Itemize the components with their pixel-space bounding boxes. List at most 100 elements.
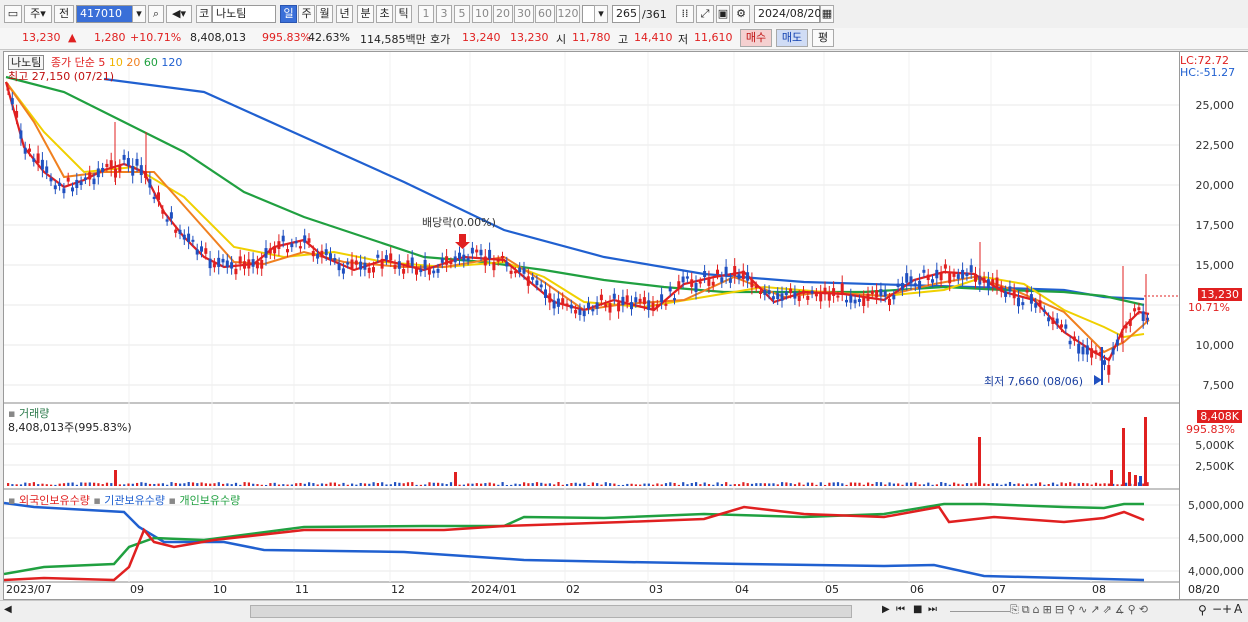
candle-body bbox=[251, 259, 255, 267]
candle-body bbox=[707, 277, 711, 286]
speaker-icon[interactable]: ◀▾ bbox=[166, 5, 192, 23]
x-label-04: 04 bbox=[735, 583, 749, 596]
candle-body bbox=[415, 268, 418, 275]
interval-120[interactable]: 120 bbox=[556, 5, 580, 23]
code-dropdown-icon[interactable]: ▾ bbox=[132, 5, 146, 23]
candle-body bbox=[462, 254, 466, 262]
candle-body bbox=[1128, 319, 1132, 326]
quote-bar: 13,230 ▲ 1,280 +10.71% 8,408,013 995.83%… bbox=[0, 28, 1248, 50]
candle-body bbox=[1021, 302, 1025, 306]
chart-area[interactable]: 나노팀 종가 단순 5 10 20 60 120 최고 27,150 (07/2… bbox=[3, 51, 1180, 600]
interval-20[interactable]: 20 bbox=[493, 5, 513, 23]
draw-icon[interactable]: ⤢ bbox=[696, 5, 714, 23]
candle-body bbox=[612, 293, 616, 299]
candle-body bbox=[673, 298, 676, 301]
volume-bar bbox=[944, 482, 947, 486]
candle-body bbox=[341, 268, 345, 274]
interval-30[interactable]: 30 bbox=[514, 5, 534, 23]
volume-bar bbox=[707, 484, 711, 486]
candle-body bbox=[634, 297, 638, 303]
buy-button[interactable]: 매수 bbox=[740, 29, 772, 47]
calendar-icon[interactable]: ▦ bbox=[820, 5, 834, 23]
candle-body bbox=[556, 298, 560, 307]
volume-bar bbox=[897, 483, 900, 486]
interval-3[interactable]: 3 bbox=[436, 5, 452, 23]
holding-legend: ▪ 외국인보유수량 ▪ 기관보유수량 ▪ 개인보유수량 bbox=[8, 494, 241, 507]
scroll-bar[interactable]: ◀ ▶ ⏮ ■ ⏭ ⎘⧉⌂⊞⊟⚲∿↗⇗∡⚲⟲ ⚲ − + A bbox=[0, 600, 1248, 622]
period-week[interactable]: 주 bbox=[298, 5, 315, 23]
interval-1[interactable]: 1 bbox=[418, 5, 434, 23]
volume-bar bbox=[1082, 482, 1085, 486]
volume-bar bbox=[1073, 483, 1076, 486]
volume-bar bbox=[230, 484, 233, 486]
candle-body bbox=[544, 289, 547, 298]
period-second[interactable]: 초 bbox=[376, 5, 393, 23]
volume-bar bbox=[677, 484, 680, 486]
volume-bar bbox=[755, 483, 758, 486]
date-field[interactable]: 2024/08/20 bbox=[754, 5, 821, 23]
candle-body bbox=[36, 153, 40, 164]
candle-body bbox=[587, 302, 590, 309]
eval-button[interactable]: 평 bbox=[812, 29, 834, 47]
scroll-thumb[interactable] bbox=[250, 605, 852, 618]
volume-bar bbox=[1034, 483, 1037, 486]
volume-spike-bar bbox=[114, 470, 117, 486]
gear-icon[interactable]: ⚙ bbox=[732, 5, 750, 23]
zoom-plus-icon[interactable]: + bbox=[1222, 602, 1232, 616]
candle-body bbox=[238, 256, 242, 264]
save-icon[interactable]: ▣ bbox=[716, 5, 730, 23]
font-size-icon[interactable]: A bbox=[1234, 602, 1242, 616]
candle-body bbox=[900, 282, 904, 290]
ma-legend-60: 60 bbox=[143, 56, 158, 69]
candle-body bbox=[243, 261, 246, 269]
high-note: 최고 27,150 (07/21) bbox=[8, 70, 115, 83]
candle-body bbox=[961, 269, 965, 279]
layout-icon[interactable]: ▭ bbox=[4, 5, 22, 23]
zoom-in-icon[interactable]: ⚲ bbox=[1198, 603, 1207, 617]
candle-body bbox=[591, 309, 595, 312]
count-field[interactable]: 265 bbox=[612, 5, 640, 23]
stop-icon[interactable]: ■ bbox=[913, 604, 922, 615]
period-day[interactable]: 일 bbox=[280, 5, 297, 23]
volume-bar bbox=[183, 483, 186, 486]
interval-60[interactable]: 60 bbox=[535, 5, 555, 23]
period-minute[interactable]: 분 bbox=[357, 5, 374, 23]
speed-slider[interactable] bbox=[950, 611, 1010, 612]
search-icon[interactable]: ⌕ bbox=[148, 5, 164, 23]
candle-body bbox=[367, 267, 371, 273]
period-year[interactable]: 년 bbox=[336, 5, 353, 23]
volume-bar bbox=[385, 484, 388, 486]
candle-body bbox=[290, 243, 294, 248]
step-forward-icon[interactable]: ⏭ bbox=[928, 604, 937, 615]
y-tick-4500000: 4,500,000 bbox=[1188, 532, 1244, 545]
zoom-out-icon[interactable]: − bbox=[1212, 602, 1222, 616]
candle-body bbox=[10, 98, 14, 105]
period-month[interactable]: 월 bbox=[316, 5, 333, 23]
volume-bar bbox=[673, 482, 676, 486]
candle-body bbox=[204, 248, 208, 254]
market-select-label: 주 bbox=[30, 7, 41, 20]
quote-ask1: 13,240 bbox=[462, 31, 501, 44]
tool-icons[interactable]: ⎘⧉⌂⊞⊟⚲∿↗⇗∡⚲⟲ bbox=[1010, 603, 1151, 617]
volume-bar bbox=[144, 482, 147, 486]
volume-bar bbox=[935, 484, 938, 486]
interval-10[interactable]: 10 bbox=[472, 5, 492, 23]
candle-body bbox=[458, 252, 461, 259]
step-back-icon[interactable]: ⏮ bbox=[896, 604, 905, 615]
grid-icon[interactable]: ⁞⁞ bbox=[676, 5, 694, 23]
scroll-left-icon[interactable]: ◀ bbox=[4, 604, 16, 617]
period-tick[interactable]: 틱 bbox=[395, 5, 412, 23]
volume-bar bbox=[682, 482, 685, 486]
prev-button[interactable]: 전 bbox=[54, 5, 74, 23]
candle-body bbox=[1017, 297, 1020, 307]
sell-button[interactable]: 매도 bbox=[776, 29, 808, 47]
candle-body bbox=[733, 266, 737, 276]
stock-name-field[interactable]: 나노팀 bbox=[212, 5, 276, 23]
interval-5[interactable]: 5 bbox=[454, 5, 470, 23]
candle-body bbox=[234, 268, 238, 275]
interval-dropdown-icon[interactable]: ▾ bbox=[594, 5, 608, 23]
candle-body bbox=[333, 258, 337, 261]
scroll-right-icon[interactable]: ▶ bbox=[882, 604, 890, 615]
market-select[interactable]: 주▾ bbox=[24, 5, 52, 23]
candle-body bbox=[565, 303, 569, 307]
